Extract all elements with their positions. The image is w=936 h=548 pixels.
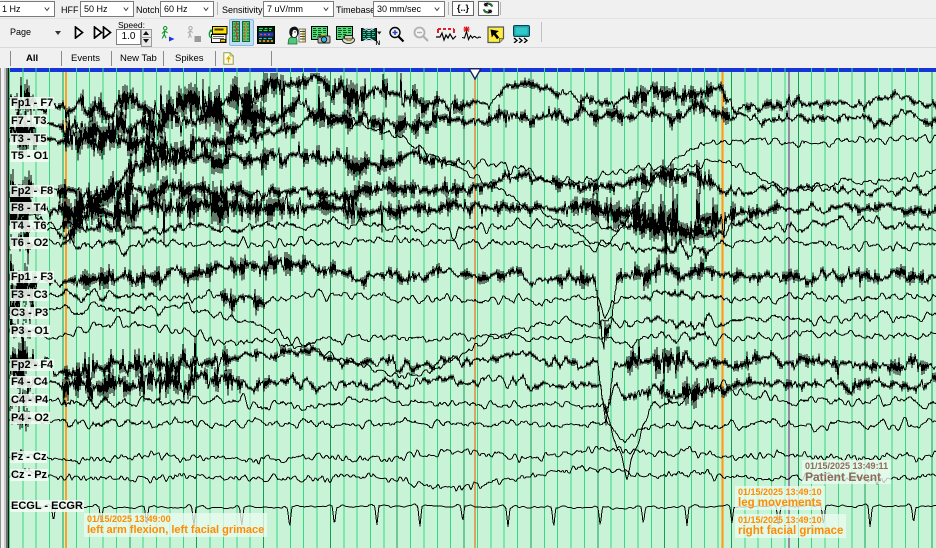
svg-text:N: N xyxy=(376,40,381,45)
